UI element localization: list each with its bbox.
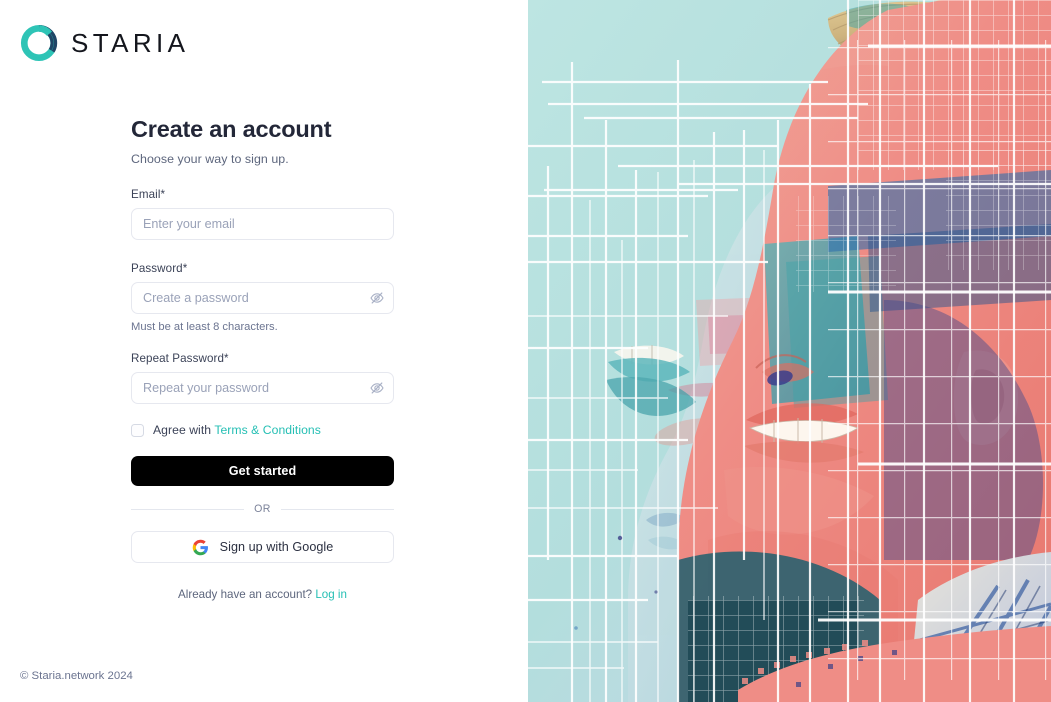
login-link[interactable]: Log in [315,588,347,601]
footer-copyright: © Staria.network 2024 [20,670,133,682]
brand-wordmark: STARIA [71,28,190,58]
password-visibility-toggle[interactable] [369,290,385,306]
email-input-wrap [131,208,394,241]
terms-agreement-text: Agree with Terms & Conditions [153,423,321,437]
email-field-group: Email* [131,188,394,241]
eye-off-icon [370,382,384,394]
password-label: Password* [131,262,188,276]
repeat-password-input-wrap [131,372,394,405]
signup-left-panel: STARIA Create an account Choose your way… [0,0,528,702]
password-input[interactable] [131,282,394,315]
email-label: Email* [131,188,166,202]
repeat-password-input[interactable] [131,372,394,405]
login-prompt: Already have an account? Log in [131,588,394,601]
terms-conditions-link[interactable]: Terms & Conditions [214,423,321,437]
email-input[interactable] [131,208,394,241]
get-started-button[interactable]: Get started [131,456,394,487]
password-helper-text: Must be at least 8 characters. [131,321,278,334]
page-subtitle: Choose your way to sign up. [131,152,289,167]
or-divider: OR [131,503,395,516]
google-g-icon [192,539,208,555]
divider-label: OR [254,503,271,516]
staria-ring-logo-icon [20,24,58,62]
password-input-wrap [131,282,394,315]
page-title: Create an account [131,116,332,142]
signup-page: STARIA Create an account Choose your way… [0,0,1051,702]
divider-line-left [131,508,245,510]
terms-agreement-prefix: Agree with [153,423,212,438]
glitch-portrait-collage [528,0,1051,702]
google-signup-button[interactable]: Sign up with Google [131,531,394,564]
divider-line-right [280,508,395,510]
repeat-password-visibility-toggle[interactable] [369,380,385,396]
repeat-password-field-group: Repeat Password* [131,352,394,405]
terms-checkbox[interactable] [131,423,144,437]
eye-off-icon [370,292,384,304]
password-field-group: Password* Must be at least 8 characters. [131,262,394,333]
signup-artwork [528,0,1051,702]
terms-agreement-row: Agree with Terms & Conditions [131,423,394,437]
login-prompt-text: Already have an account? [178,588,313,602]
brand-logo[interactable]: STARIA [20,24,189,62]
repeat-password-label: Repeat Password* [131,352,229,366]
google-signup-label: Sign up with Google [219,540,334,555]
signup-form: Create an account Choose your way to sig… [131,115,395,601]
